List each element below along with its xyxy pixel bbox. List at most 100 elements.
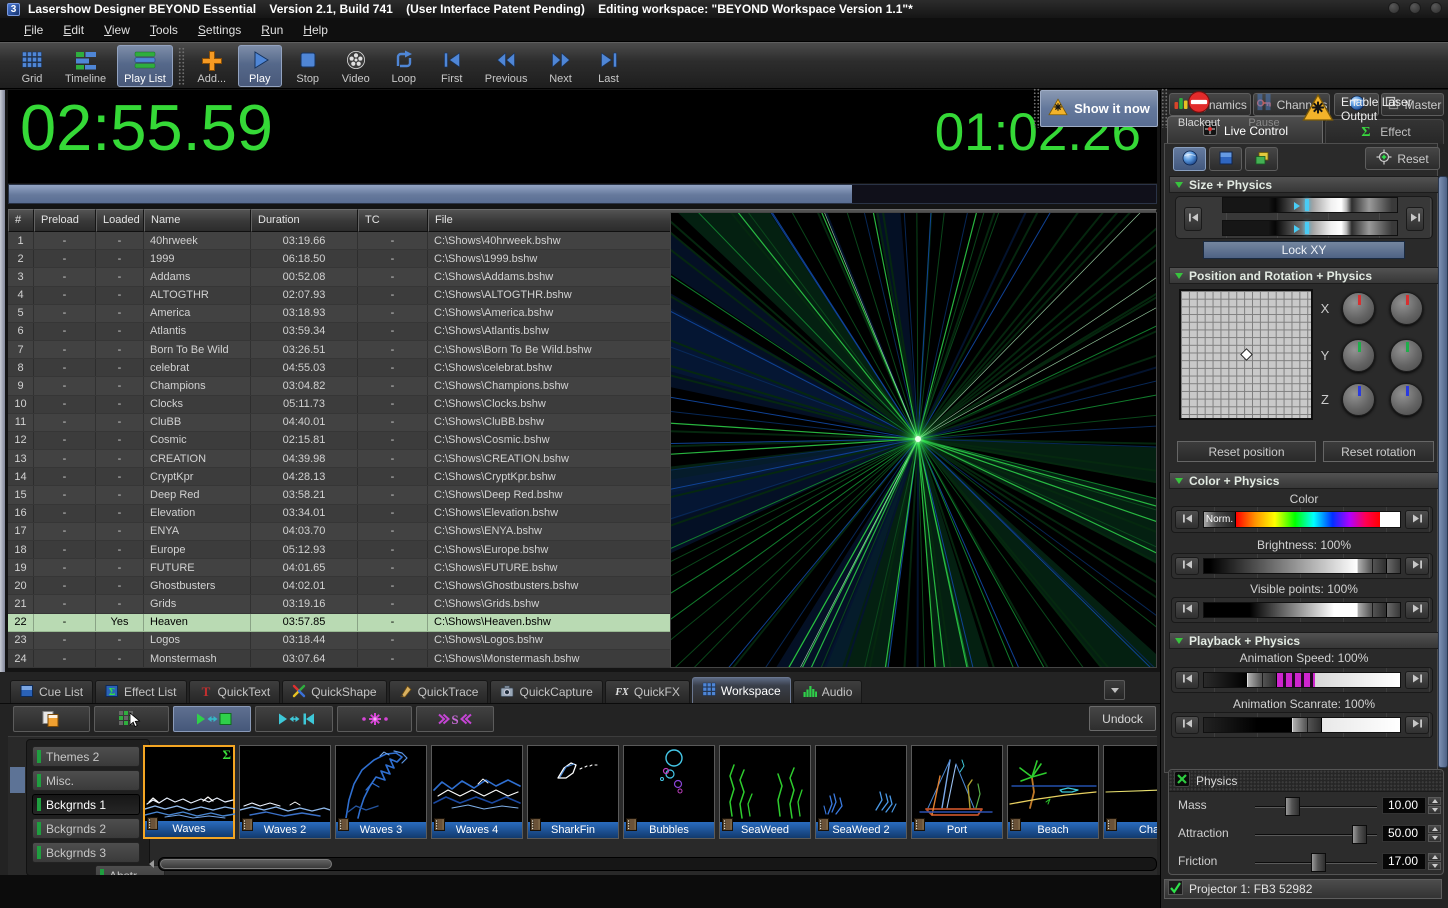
- physics-value-mass[interactable]: 10.00: [1382, 797, 1426, 814]
- slider-thumb[interactable]: [1357, 559, 1387, 573]
- first-button[interactable]: First: [430, 45, 474, 87]
- section-color-physics[interactable]: Color + Physics: [1169, 472, 1439, 489]
- play-list-button[interactable]: Play List: [117, 45, 173, 87]
- cue-thumbnail-cha[interactable]: Cha: [1103, 745, 1157, 839]
- play-button[interactable]: Play: [238, 45, 282, 87]
- tab-quickshape[interactable]: QuickShape: [282, 680, 386, 703]
- cue-thumbnail-waves[interactable]: ΣWaves: [143, 745, 235, 839]
- rotation-knob-z-b[interactable]: [1390, 383, 1423, 416]
- tab-quickcapture[interactable]: QuickCapture: [490, 680, 602, 703]
- spin-down-button[interactable]: [1428, 806, 1441, 814]
- scroll-left-button[interactable]: [145, 857, 157, 871]
- spin-down-button[interactable]: [1428, 834, 1441, 842]
- size-slider-widget[interactable]: [1175, 196, 1433, 239]
- cue-thumbnail-bubbles[interactable]: Bubbles: [623, 745, 715, 839]
- position-pad[interactable]: [1179, 289, 1313, 420]
- close-x-icon[interactable]: [1174, 771, 1190, 790]
- live-mode-globe-button[interactable]: [1173, 147, 1206, 171]
- spin-up-button[interactable]: [1428, 797, 1441, 805]
- slider-min-button[interactable]: [1175, 557, 1199, 575]
- pause-button[interactable]: Pause: [1239, 88, 1289, 130]
- column-header-name[interactable]: Name: [144, 209, 251, 232]
- close-button[interactable]: [1430, 2, 1442, 14]
- tab-quicktrace[interactable]: QuickTrace: [389, 680, 489, 703]
- enable-laser-output-button[interactable]: Enable Laser Output: [1302, 88, 1445, 130]
- slider-max-button[interactable]: [1405, 716, 1429, 734]
- previous-button[interactable]: Previous: [478, 45, 535, 87]
- slider-max-button[interactable]: [1406, 207, 1424, 231]
- menu-view[interactable]: View: [94, 20, 140, 40]
- position-marker[interactable]: [1240, 348, 1253, 361]
- slider-max-button[interactable]: [1405, 671, 1429, 689]
- blackout-button[interactable]: Blackout: [1170, 88, 1228, 130]
- section-playback-physics[interactable]: Playback + Physics: [1169, 632, 1439, 649]
- menu-run[interactable]: Run: [251, 20, 293, 40]
- physics-slider-attraction[interactable]: [1255, 834, 1377, 836]
- blue-frame-button[interactable]: [1209, 147, 1242, 171]
- page-bckgrnds-2[interactable]: Bckgrnds 2: [32, 818, 140, 839]
- next-button[interactable]: Next: [539, 45, 583, 87]
- section-size-physics[interactable]: Size + Physics: [1169, 176, 1439, 193]
- show-it-now-button[interactable]: Show it now: [1040, 90, 1158, 127]
- slider-thumb[interactable]: [1352, 825, 1367, 844]
- last-button[interactable]: Last: [587, 45, 631, 87]
- cue-thumbnail-seaweed[interactable]: SeaWeed: [719, 745, 811, 839]
- spin-down-button[interactable]: [1428, 862, 1441, 870]
- visible-points-slider[interactable]: [1171, 597, 1433, 623]
- menu-file[interactable]: File: [14, 20, 53, 40]
- menu-tools[interactable]: Tools: [140, 20, 188, 40]
- tab-quickfx[interactable]: FXQuickFX: [605, 680, 690, 703]
- animation-speed-slider[interactable]: [1171, 667, 1433, 693]
- cue-thumbnail-beach[interactable]: Beach: [1007, 745, 1099, 839]
- laser-preview-window[interactable]: [670, 212, 1157, 668]
- physics-slider-friction[interactable]: [1255, 862, 1377, 864]
- section-position-rotation[interactable]: Position and Rotation + Physics: [1169, 267, 1439, 284]
- minimize-button[interactable]: [1388, 2, 1400, 14]
- timeline-button[interactable]: Timeline: [58, 45, 113, 87]
- slider-max-button[interactable]: [1405, 510, 1429, 529]
- stop-button[interactable]: Stop: [286, 45, 330, 87]
- rotation-knob-z-a[interactable]: [1342, 383, 1375, 416]
- slider-thumb[interactable]: [1292, 718, 1322, 732]
- rotation-knob-y-b[interactable]: [1390, 339, 1423, 372]
- video-button[interactable]: Video: [334, 45, 378, 87]
- brightness-slider[interactable]: [1171, 553, 1433, 579]
- spin-up-button[interactable]: [1428, 825, 1441, 833]
- column-header-preload[interactable]: Preload: [34, 209, 96, 232]
- slider-max-button[interactable]: [1405, 601, 1429, 619]
- color-slider[interactable]: Norm.: [1171, 506, 1433, 533]
- column-header-loaded[interactable]: Loaded: [96, 209, 144, 232]
- tab-overflow-dropdown-button[interactable]: [1104, 680, 1125, 700]
- slider-thumb[interactable]: [1305, 199, 1309, 211]
- select-mode-button[interactable]: [94, 706, 169, 732]
- slider-min-button[interactable]: [1184, 207, 1202, 231]
- slider-thumb[interactable]: [1305, 222, 1309, 234]
- scan-effect-button[interactable]: S: [416, 706, 494, 732]
- slider-thumb[interactable]: [1311, 853, 1326, 872]
- slider-thumb[interactable]: [1357, 603, 1387, 617]
- color-mode-thumb[interactable]: Norm.: [1204, 512, 1236, 527]
- reset-position-button[interactable]: Reset position: [1177, 441, 1316, 462]
- animation-scanrate-slider[interactable]: [1171, 712, 1433, 738]
- loop-button[interactable]: Loop: [382, 45, 426, 87]
- column-header-duration[interactable]: Duration: [251, 209, 358, 232]
- rotation-knob-y-a[interactable]: [1342, 339, 1375, 372]
- reset-rotation-button[interactable]: Reset rotation: [1323, 441, 1434, 462]
- horizontal-scrollbar[interactable]: [158, 857, 1157, 871]
- cue-thumbnail-waves-4[interactable]: Waves 4: [431, 745, 523, 839]
- slider-max-button[interactable]: [1405, 557, 1429, 575]
- slider-min-button[interactable]: [1175, 671, 1199, 689]
- tab-effect-list[interactable]: ΣEffect List: [95, 680, 186, 703]
- undock-button[interactable]: Undock: [1089, 706, 1156, 731]
- physics-slider-mass[interactable]: [1255, 806, 1377, 808]
- lock-xy-button[interactable]: Lock XY: [1203, 241, 1405, 259]
- playback-progress-bar[interactable]: [8, 184, 1157, 204]
- slider-min-button[interactable]: [1175, 601, 1199, 619]
- play-stop-mode-button[interactable]: [173, 706, 251, 732]
- size-y-slider[interactable]: [1222, 220, 1398, 236]
- column-header-tc[interactable]: TC: [358, 209, 428, 232]
- page-misc-[interactable]: Misc.: [32, 770, 140, 791]
- add--button[interactable]: Add...: [190, 45, 234, 87]
- slider-min-button[interactable]: [1175, 510, 1199, 529]
- tab-quicktext[interactable]: TQuickText: [189, 680, 281, 703]
